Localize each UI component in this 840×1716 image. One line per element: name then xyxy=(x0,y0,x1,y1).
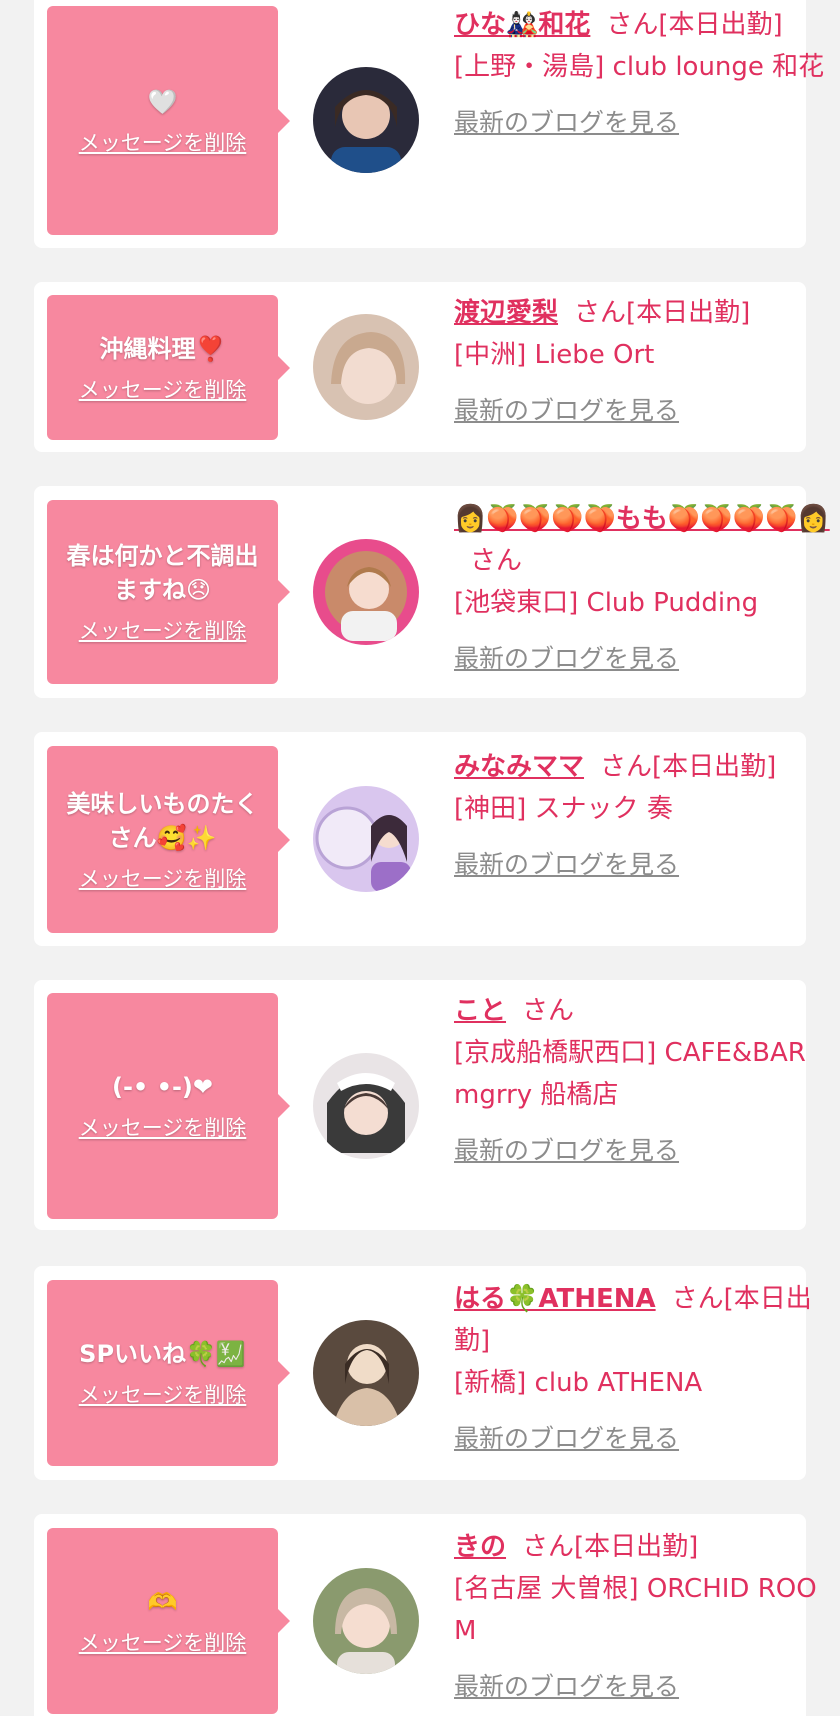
message-bubble: SPいいね🍀💹 メッセージを削除 xyxy=(47,1280,290,1466)
entry-info: きの さん[本日出勤] [名古屋 大曽根] ORCHID ROOM 最新のブログを… xyxy=(454,1526,834,1708)
delete-message-link[interactable]: メッセージを削除 xyxy=(79,615,247,645)
avatar[interactable] xyxy=(313,786,419,892)
delete-message-link[interactable]: メッセージを削除 xyxy=(79,1379,247,1409)
cast-status: さん xyxy=(522,996,575,1026)
avatar-image xyxy=(313,539,419,645)
avatar[interactable] xyxy=(313,67,419,173)
latest-blog-link[interactable]: 最新のブログを見る xyxy=(454,638,834,680)
delete-message-link[interactable]: メッセージを削除 xyxy=(79,127,247,157)
cast-status: さん xyxy=(470,546,523,576)
shop-name: [新橋] club ATHENA xyxy=(454,1368,703,1398)
cast-name-link[interactable]: 👩🍑🍑🍑🍑もも🍑🍑🍑🍑👩 xyxy=(454,504,830,534)
list-item: 沖縄料理❣️ メッセージを削除 渡辺愛梨 さん[本日出勤] [中洲] Liebe … xyxy=(34,282,806,452)
list-item: 🤍 メッセージを削除 ひな🎎和花 さん[本日出勤] [上野・湯島] club lo… xyxy=(34,0,824,248)
cast-name-link[interactable]: きの xyxy=(454,1532,506,1562)
cast-status: さん[本日出勤] xyxy=(522,1532,699,1562)
message-bubble: 美味しいものたくさん🥰✨ メッセージを削除 xyxy=(47,746,290,933)
message-text: 🤍 xyxy=(147,87,178,116)
avatar[interactable] xyxy=(313,1053,419,1159)
avatar-image xyxy=(313,1320,419,1426)
latest-blog-link[interactable]: 最新のブログを見る xyxy=(454,1418,834,1460)
entry-info: ひな🎎和花 さん[本日出勤] [上野・湯島] club lounge 和花 最新の… xyxy=(454,4,834,144)
shop-name: [上野・湯島] club lounge 和花 xyxy=(454,52,825,82)
avatar[interactable] xyxy=(313,314,419,420)
message-text: (-• •-)❤ xyxy=(111,1073,213,1101)
latest-blog-link[interactable]: 最新のブログを見る xyxy=(454,1130,834,1172)
delete-message-link[interactable]: メッセージを削除 xyxy=(79,863,247,893)
list-item: 🫶 メッセージを削除 きの さん[本日出勤] [名古屋 大曽根] ORCHID R… xyxy=(34,1514,817,1716)
message-text: 🫶 xyxy=(147,1588,178,1616)
message-text: 春は何かと不調出ますね😞 xyxy=(66,542,259,604)
message-text: 沖縄料理❣️ xyxy=(99,334,226,363)
message-text: SPいいね🍀💹 xyxy=(79,1340,246,1368)
message-bubble: 🫶 メッセージを削除 xyxy=(47,1528,290,1714)
cast-name-link[interactable]: こと xyxy=(454,996,506,1026)
avatar-image xyxy=(313,786,419,892)
entry-info: こと さん [京成船橋駅西口] CAFE&BAR mgrry 船橋店 最新のブログ… xyxy=(454,990,834,1172)
delete-message-link[interactable]: メッセージを削除 xyxy=(79,1112,247,1142)
delete-message-link[interactable]: メッセージを削除 xyxy=(79,1627,247,1657)
entry-info: はる🍀ATHENA さん[本日出勤] [新橋] club ATHENA 最新のブロ… xyxy=(454,1278,834,1460)
latest-blog-link[interactable]: 最新のブログを見る xyxy=(454,1666,834,1708)
message-bubble: 🤍 メッセージを削除 xyxy=(47,6,290,235)
cast-name-link[interactable]: ひな🎎和花 xyxy=(454,10,590,40)
message-text: 美味しいものたくさん🥰✨ xyxy=(66,789,259,852)
entry-info: 👩🍑🍑🍑🍑もも🍑🍑🍑🍑👩 さん [池袋東口] Club Pudding 最新のブロ… xyxy=(454,498,834,680)
message-bubble: 沖縄料理❣️ メッセージを削除 xyxy=(47,295,290,440)
cast-status: さん[本日出勤] xyxy=(574,298,751,328)
cast-status: さん[本日出勤] xyxy=(600,752,777,782)
cast-name-link[interactable]: 渡辺愛梨 xyxy=(454,298,558,328)
entry-info: みなみママ さん[本日出勤] [神田] スナック 奏 最新のブログを見る xyxy=(454,746,834,886)
cast-status: さん[本日出勤] xyxy=(606,10,783,40)
avatar-image xyxy=(313,67,419,173)
avatar[interactable] xyxy=(313,1320,419,1426)
shop-name: [中洲] Liebe Ort xyxy=(454,340,655,370)
avatar-image xyxy=(313,1053,419,1159)
cast-name-link[interactable]: みなみママ xyxy=(454,752,584,782)
message-bubble: 春は何かと不調出ますね😞 メッセージを削除 xyxy=(47,500,290,684)
list-item: SPいいね🍀💹 メッセージを削除 はる🍀ATHENA さん[本日出勤] [新橋] … xyxy=(34,1266,812,1480)
shop-name: [池袋東口] Club Pudding xyxy=(454,588,759,618)
latest-blog-link[interactable]: 最新のブログを見る xyxy=(454,844,834,886)
entry-info: 渡辺愛梨 さん[本日出勤] [中洲] Liebe Ort 最新のブログを見る xyxy=(454,292,834,432)
latest-blog-link[interactable]: 最新のブログを見る xyxy=(454,102,834,144)
message-list: 🤍 メッセージを削除 ひな🎎和花 さん[本日出勤] [上野・湯島] club lo… xyxy=(0,0,840,1716)
list-item: 美味しいものたくさん🥰✨ メッセージを削除 みなみママ さん[本日出勤] [神田]… xyxy=(34,732,806,946)
cast-name-link[interactable]: はる🍀ATHENA xyxy=(454,1284,656,1314)
avatar[interactable] xyxy=(313,539,419,645)
avatar-image xyxy=(313,314,419,420)
shop-name: [神田] スナック 奏 xyxy=(454,794,673,824)
shop-name: [京成船橋駅西口] CAFE&BAR mgrry 船橋店 xyxy=(454,1038,806,1110)
avatar-image xyxy=(313,1568,419,1674)
message-bubble: (-• •-)❤ メッセージを削除 xyxy=(47,993,290,1219)
delete-message-link[interactable]: メッセージを削除 xyxy=(79,374,247,404)
latest-blog-link[interactable]: 最新のブログを見る xyxy=(454,390,834,432)
shop-name: [名古屋 大曽根] ORCHID ROOM xyxy=(454,1574,817,1646)
list-item: (-• •-)❤ メッセージを削除 こと さん [京成船橋駅西口] CAFE&BA… xyxy=(34,980,806,1230)
avatar[interactable] xyxy=(313,1568,419,1674)
list-item: 春は何かと不調出ますね😞 メッセージを削除 👩🍑🍑🍑🍑もも🍑🍑🍑🍑👩 さん [池袋… xyxy=(34,486,830,698)
